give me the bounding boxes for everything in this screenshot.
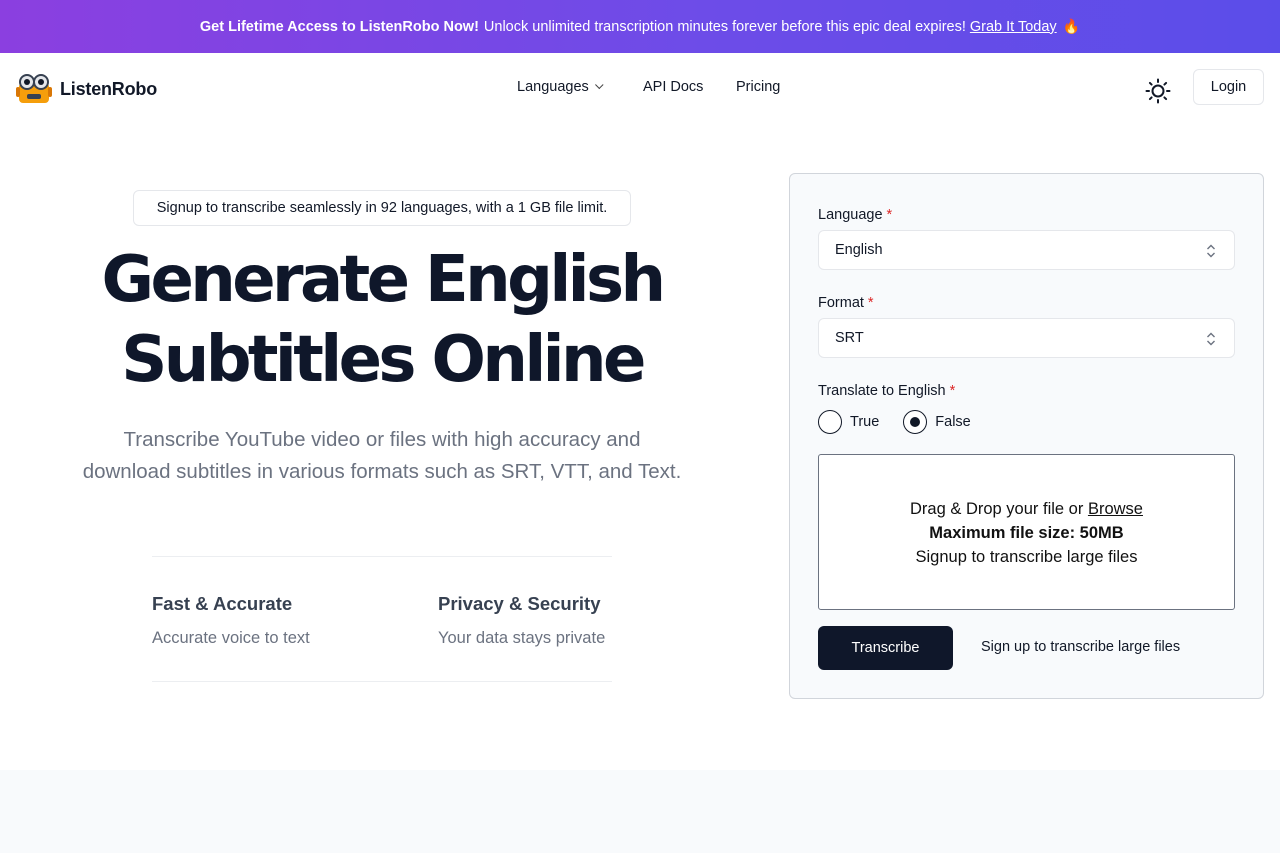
sun-icon (1145, 78, 1171, 104)
dropzone-signup-hint: Signup to transcribe large files (915, 548, 1138, 566)
login-button[interactable]: Login (1193, 69, 1264, 105)
feature-title: Privacy & Security (438, 593, 601, 614)
radio-true-label[interactable]: True (850, 414, 879, 430)
nav-api-docs[interactable]: API Docs (643, 79, 736, 95)
radio-selected-dot (910, 417, 921, 427)
format-select[interactable]: SRT (818, 318, 1235, 358)
site-header: ListenRobo Languages API Docs Pricing Lo… (0, 53, 1280, 125)
dropzone-instruction: Drag & Drop your file or Browse (819, 497, 1234, 521)
radio-true[interactable] (818, 410, 842, 434)
transcription-form: Language * English Format * SRT Translate … (789, 173, 1264, 699)
format-select-value: SRT (835, 330, 864, 346)
format-label: Format * (818, 295, 874, 311)
feature-description: Accurate voice to text (152, 629, 310, 647)
brand-logo[interactable]: ListenRobo (16, 73, 157, 105)
page-subtitle-line-1: Transcribe YouTube video or files with h… (123, 428, 641, 451)
page-subtitle: Transcribe YouTube video or files with h… (40, 424, 724, 488)
transcribe-button[interactable]: Transcribe (818, 626, 953, 670)
nav-languages[interactable]: Languages (517, 79, 643, 95)
radio-false[interactable] (903, 410, 928, 434)
promo-headline: Get Lifetime Access to ListenRobo Now! (199, 18, 479, 35)
signup-large-files-link[interactable]: Sign up to transcribe large files (981, 639, 1180, 655)
page-subtitle-line-2: download subtitles in various formats su… (82, 460, 682, 483)
grab-it-today-link[interactable]: Grab It Today (970, 19, 1057, 35)
language-label: Language * (818, 207, 892, 223)
dropzone-prefix: Drag & Drop your file or (910, 500, 1084, 518)
feature-privacy-security: Privacy & Security Your data stays priva… (438, 593, 605, 648)
next-section-background (0, 770, 1280, 853)
fire-emoji: 🔥 (1062, 18, 1081, 34)
file-dropzone[interactable]: Drag & Drop your file or Browse Maximum … (818, 454, 1235, 610)
radio-false-label[interactable]: False (935, 414, 970, 430)
feature-description: Your data stays private (438, 629, 606, 647)
page-title-line-2: Subtitles Online (121, 323, 646, 397)
page-title-line-1: Generate English (101, 243, 667, 317)
promo-text: Unlock unlimited transcription minutes f… (483, 18, 966, 35)
promo-banner: Get Lifetime Access to ListenRobo Now! U… (0, 0, 1280, 53)
feature-list: Fast & Accurate Accurate voice to text P… (152, 556, 612, 682)
max-file-size: Maximum file size: 50MB (929, 524, 1124, 542)
theme-toggle-button[interactable] (1144, 77, 1172, 105)
required-mark: * (949, 383, 956, 399)
language-select[interactable]: English (818, 230, 1235, 270)
chevron-up-down-icon (1207, 332, 1215, 346)
translate-label: Translate to English * (818, 383, 955, 399)
language-label-text: Language (818, 207, 883, 223)
translate-label-text: Translate to English (818, 383, 946, 399)
main-nav: Languages API Docs Pricing (517, 79, 780, 95)
chevron-down-icon (594, 80, 604, 90)
nav-languages-label: Languages (517, 79, 589, 95)
format-label-text: Format (818, 295, 864, 311)
feature-fast-accurate: Fast & Accurate Accurate voice to text (152, 593, 310, 648)
required-mark: * (886, 207, 893, 223)
browse-link[interactable]: Browse (1088, 500, 1143, 518)
required-mark: * (867, 295, 874, 311)
translate-radio-group: True False (818, 410, 995, 434)
feature-title: Fast & Accurate (152, 593, 293, 614)
language-select-value: English (835, 242, 883, 258)
chevron-up-down-icon (1207, 244, 1215, 258)
brand-name: ListenRobo (60, 78, 157, 99)
signup-info-pill: Signup to transcribe seamlessly in 92 la… (133, 190, 631, 226)
page-title: Generate English Subtitles Online (40, 240, 724, 400)
robot-logo-icon (16, 74, 52, 103)
nav-pricing[interactable]: Pricing (736, 79, 780, 95)
